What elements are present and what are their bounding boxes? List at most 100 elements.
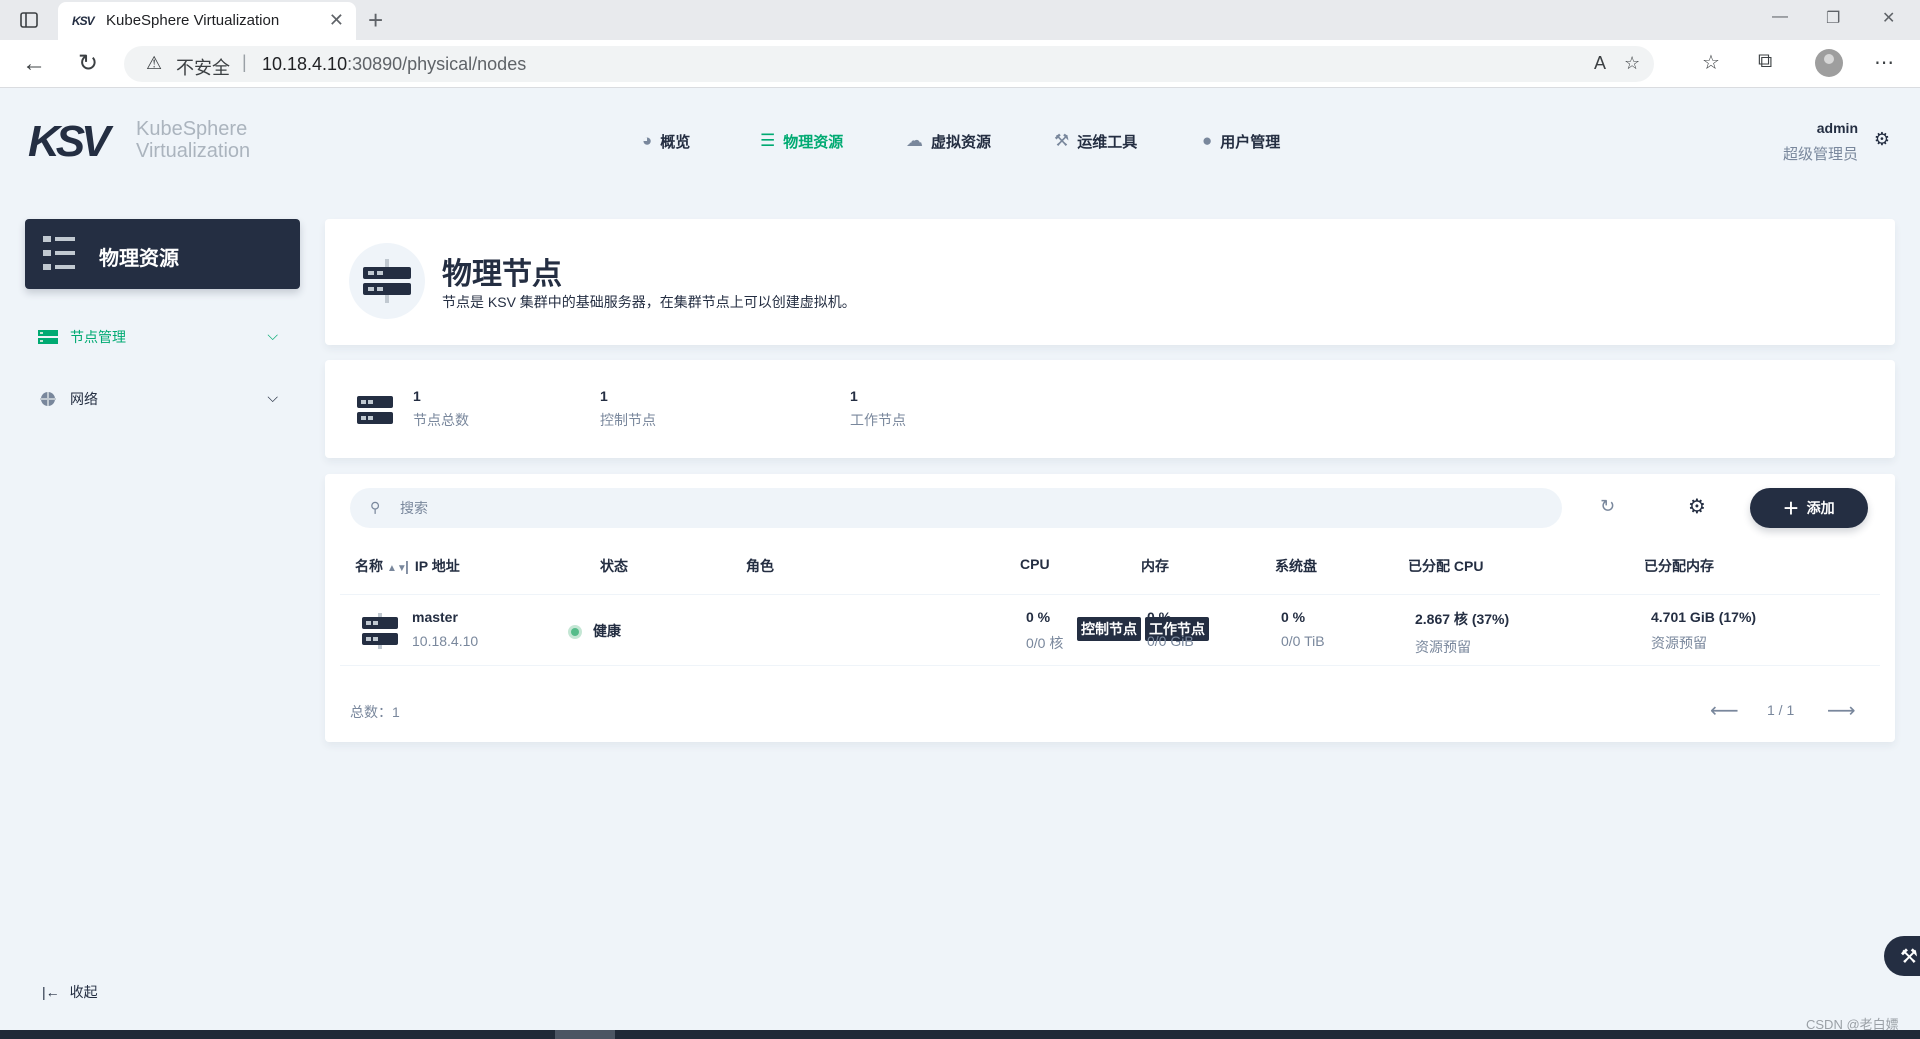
node-name-link[interactable]: master [412, 609, 478, 625]
sidebar-item-network[interactable]: 网络 ⌵ [38, 387, 290, 411]
add-button-label: 添加 [1806, 500, 1835, 516]
stat-value: 1 [413, 388, 421, 404]
allocated-cpu: 2.867 核 (37%) [1415, 611, 1510, 627]
sidebar-title-card: 物理资源 [25, 219, 300, 289]
page-title: 物理节点 [442, 258, 562, 291]
os-taskbar [0, 1030, 1920, 1039]
stat-total-nodes: 1 节点总数 [413, 388, 469, 430]
new-tab-button[interactable]: + [368, 5, 383, 36]
user-name[interactable]: admin [1817, 120, 1858, 136]
topnav-label: 虚拟资源 [931, 133, 992, 151]
chevron-down-icon: ⌵ [267, 389, 278, 405]
read-aloud-icon[interactable]: A [1594, 53, 1606, 74]
back-arrow-icon[interactable]: ← [22, 50, 46, 78]
sidebar-collapse-button[interactable]: |← 收起 [42, 982, 98, 1002]
favorites-icon[interactable]: ☆ [1702, 50, 1720, 75]
add-favorite-icon[interactable]: ☆ [1624, 53, 1640, 74]
node-name-cell: master 10.18.4.10 [412, 609, 478, 649]
total-count: 总数：1 [350, 704, 400, 720]
network-icon [40, 392, 56, 406]
collections-icon[interactable]: ⧉ [1758, 50, 1772, 73]
sidebar-item-label: 节点管理 [70, 329, 126, 345]
add-node-button[interactable]: + 添加 [1750, 488, 1868, 528]
node-status-cell: 健康 [571, 621, 621, 641]
user-icon: ● [1202, 131, 1213, 150]
topnav-overview[interactable]: ◕ 概览 [642, 130, 690, 152]
search-input[interactable] [400, 498, 1500, 518]
column-header-allocated-memory: 已分配内存 [1644, 558, 1714, 574]
close-tab-icon[interactable]: ✕ [329, 10, 344, 31]
list-icon: ☰ [760, 131, 776, 150]
memory-cell: 0 % 0/0 GiB [1147, 609, 1194, 649]
server-icon [362, 613, 398, 649]
close-window-icon[interactable]: ✕ [1882, 8, 1895, 28]
url-text[interactable]: 10.18.4.10:30890/physical/nodes [262, 54, 526, 75]
warning-icon[interactable]: ⚠ [146, 53, 162, 74]
topnav-physical-resources[interactable]: ☰ 物理资源 [760, 130, 843, 152]
logo-text: KubeSphere Virtualization [136, 118, 250, 162]
page-indicator: 1 / 1 [1767, 702, 1795, 718]
stat-label: 节点总数 [413, 412, 469, 428]
disk-detail: 0/0 TiB [1281, 633, 1325, 649]
chevron-down-icon: ⌵ [267, 327, 278, 343]
cpu-cell: 0 % 0/0 核 [1026, 609, 1063, 653]
allocated-memory-cell: 4.701 GiB (17%) 资源预留 [1651, 609, 1756, 653]
column-header-status: 状态 [600, 558, 628, 574]
table-row[interactable]: master 10.18.4.10 健康 控制节点 工作节点 0 % 0/0 核 … [340, 594, 1880, 666]
stat-value: 1 [600, 388, 608, 404]
server-icon [349, 243, 425, 319]
sort-icon[interactable]: ▲▼ [387, 563, 407, 574]
url-separator: | [242, 52, 247, 72]
floating-toolbox-hammer-icon[interactable]: ⚒ [1884, 936, 1920, 976]
plus-icon: + [1783, 493, 1799, 523]
disk-usage: 0 % [1281, 609, 1306, 625]
allocated-cpu-detail: 资源预留 [1415, 639, 1471, 655]
stat-control-nodes: 1 控制节点 [600, 388, 656, 430]
url-host: 10.18.4.10 [262, 54, 348, 74]
minimize-icon[interactable]: — [1772, 8, 1788, 26]
memory-detail: 0/0 GiB [1147, 633, 1194, 649]
topnav-label: 用户管理 [1220, 133, 1281, 151]
search-box[interactable]: ⚲ [350, 488, 1562, 528]
node-stats-card: 1 节点总数 1 控制节点 1 工作节点 [325, 360, 1895, 458]
prev-page-arrow-icon[interactable]: ⟵ [1710, 698, 1739, 723]
stat-value: 1 [850, 388, 858, 404]
ksv-logo[interactable]: KSV [28, 120, 111, 164]
status-text: 健康 [593, 623, 621, 639]
disk-cell: 0 % 0/0 TiB [1281, 609, 1325, 649]
refresh-icon[interactable]: ↻ [1600, 496, 1615, 517]
topnav-label: 物理资源 [783, 133, 844, 151]
user-role: 超级管理员 [1782, 146, 1858, 163]
column-header-role: 角色 [746, 558, 774, 574]
column-header-ip: | IP 地址 [405, 558, 460, 574]
dashboard-icon: ◕ [642, 131, 653, 150]
browser-tab[interactable]: KSV KubeSphere Virtualization ✕ [58, 2, 356, 40]
page-banner: 物理节点 节点是 KSV 集群中的基础服务器，在集群节点上可以创建虚拟机。 [325, 219, 1895, 345]
topnav-virtual-resources[interactable]: ☁ 虚拟资源 [906, 130, 991, 152]
restore-icon[interactable]: ❐ [1826, 8, 1840, 28]
sidebar-item-label: 网络 [70, 391, 98, 407]
sidebar-item-node-management[interactable]: 节点管理 ⌵ [38, 325, 290, 349]
list-icon [43, 236, 75, 270]
memory-usage: 0 % [1147, 609, 1172, 625]
table-settings-gear-icon[interactable]: ⚙ [1688, 494, 1706, 519]
more-menu-icon[interactable]: ⋯ [1874, 50, 1894, 75]
insecure-label[interactable]: 不安全 [176, 54, 230, 80]
profile-avatar[interactable] [1815, 49, 1843, 77]
topnav-user-management[interactable]: ● 用户管理 [1202, 130, 1280, 152]
next-page-arrow-icon[interactable]: ⟶ [1827, 698, 1856, 723]
reload-icon[interactable]: ↻ [78, 49, 98, 78]
status-dot-icon [571, 628, 579, 637]
stat-label: 控制节点 [600, 412, 656, 428]
collapse-label: 收起 [69, 984, 98, 1000]
column-header-name[interactable]: 名称 ▲▼ [355, 556, 407, 576]
settings-gear-icon[interactable]: ⚙ [1874, 129, 1890, 150]
address-bar[interactable]: ⚠ 不安全 | 10.18.4.10:30890/physical/nodes … [124, 46, 1654, 82]
topnav-ops-tools[interactable]: ⚒ 运维工具 [1054, 130, 1137, 152]
allocated-cpu-cell: 2.867 核 (37%) 资源预留 [1415, 609, 1509, 657]
server-icon [357, 396, 393, 424]
cpu-usage: 0 % [1026, 609, 1051, 625]
search-icon: ⚲ [370, 499, 381, 515]
logo-line-2: Virtualization [136, 140, 251, 162]
tab-actions-icon[interactable] [18, 9, 40, 31]
